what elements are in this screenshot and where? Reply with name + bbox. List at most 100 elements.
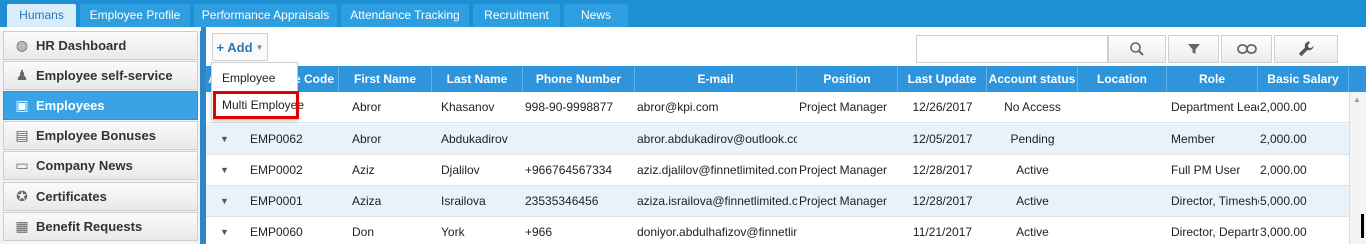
cell-position — [799, 124, 898, 155]
cell-first-name: Don — [352, 225, 375, 239]
cell-location — [1080, 217, 1167, 244]
cell-role: Member — [1171, 132, 1216, 146]
sidebar-item-company-news[interactable]: ▭ Company News — [3, 151, 198, 180]
news-icon: ▭ — [15, 157, 29, 173]
grid-toolbar: + Add ▼ — [206, 31, 1366, 65]
cell-code: EMP0062 — [250, 132, 303, 146]
cell-last-update: 12/28/2017 — [912, 194, 973, 208]
cell-role: Department Leade — [1171, 100, 1259, 114]
cell-first-name: Abror — [352, 132, 382, 146]
sidebar-item-employees[interactable]: ▣ Employees — [3, 91, 198, 120]
link-button[interactable] — [1221, 35, 1272, 63]
cell-phone: 23535346456 — [525, 194, 599, 208]
cell-last-name: Israilova — [441, 194, 486, 208]
sidebar-item-benefit-requests[interactable]: ▦ Benefit Requests — [3, 212, 198, 241]
cell-role: Full PM User — [1171, 163, 1241, 177]
cell-email: abror@kpi.com — [637, 100, 719, 114]
column-header-email[interactable]: E-mail — [635, 66, 797, 92]
sidebar-item-label: Benefit Requests — [36, 219, 143, 234]
column-header-account-status[interactable]: Account status — [987, 66, 1078, 92]
expand-row-icon[interactable]: ▼ — [220, 217, 229, 244]
cell-basic-salary: 2,000.00 — [1260, 163, 1307, 177]
cell-phone: +966764567334 — [525, 163, 613, 177]
tab-news[interactable]: News — [564, 4, 628, 27]
column-header-location[interactable]: Location — [1078, 66, 1167, 92]
tab-performance-appraisals[interactable]: Performance Appraisals — [194, 4, 337, 27]
cell-phone: 998-90-9998877 — [525, 100, 614, 114]
column-header-last-update[interactable]: Last Update — [898, 66, 987, 92]
sidebar-item-label: Employee Bonuses — [36, 128, 156, 143]
search-icon — [1130, 42, 1144, 56]
cell-first-name: Aziz — [352, 163, 375, 177]
cell-last-name: Khasanov — [441, 100, 495, 114]
cell-last-update: 12/05/2017 — [912, 132, 973, 146]
cell-account-status: Pending — [1010, 132, 1055, 146]
bonus-icon: ▤ — [15, 127, 29, 143]
cell-basic-salary: 3,000.00 — [1260, 225, 1307, 239]
sidebar-item-employee-bonuses[interactable]: ▤ Employee Bonuses — [3, 121, 198, 150]
column-header-position[interactable]: Position — [797, 66, 898, 92]
cell-last-update: 12/28/2017 — [912, 163, 973, 177]
cell-position: Project Manager — [799, 100, 888, 114]
cell-role: Director, Timeshee — [1171, 194, 1259, 208]
cell-basic-salary: 2,000.00 — [1260, 132, 1307, 146]
employees-icon: ▣ — [15, 97, 29, 113]
cell-position: Project Manager — [799, 163, 888, 177]
column-header-phone-number[interactable]: Phone Number — [523, 66, 635, 92]
column-header-basic-salary[interactable]: Basic Salary — [1258, 66, 1349, 92]
search-button[interactable] — [1108, 35, 1166, 63]
cell-position: Project Manager — [799, 194, 888, 208]
sidebar-item-employee-self-service[interactable]: ♟ Employee self-service — [3, 61, 198, 90]
filter-button[interactable] — [1168, 35, 1219, 63]
cell-first-name: Abror — [352, 100, 382, 114]
benefit-icon: ▦ — [15, 218, 29, 234]
dashboard-icon: ◍ — [15, 37, 29, 53]
wrench-icon — [1298, 41, 1314, 57]
cell-phone: +966 — [525, 225, 553, 239]
cell-location — [1080, 92, 1167, 123]
table-row[interactable]: ▼ EMP0001 Aziza Israilova 23535346456 az… — [206, 186, 1349, 217]
settings-button[interactable] — [1274, 35, 1338, 63]
cell-account-status: Active — [1016, 194, 1049, 208]
window-edge-mark — [1361, 214, 1364, 238]
tab-recruitment[interactable]: Recruitment — [473, 4, 560, 27]
expand-row-icon[interactable]: ▼ — [220, 186, 229, 217]
expand-row-icon[interactable]: ▼ — [220, 155, 229, 186]
sidebar-item-hr-dashboard[interactable]: ◍ HR Dashboard — [3, 31, 198, 60]
sidebar: ◍ HR Dashboard ♟ Employee self-service ▣… — [0, 31, 201, 244]
menu-item-employee[interactable]: Employee — [212, 65, 299, 91]
column-header-last-name[interactable]: Last Name — [432, 66, 523, 92]
cell-email: aziza.israilova@finnetlimited.com — [637, 194, 797, 208]
cell-code: EMP0001 — [250, 194, 303, 208]
cell-last-update: 12/26/2017 — [912, 100, 973, 114]
cell-last-name: Abdukadirov — [441, 132, 508, 146]
column-header-role[interactable]: Role — [1167, 66, 1258, 92]
add-button[interactable]: + Add ▼ — [212, 33, 268, 61]
add-button-label: + Add — [216, 39, 253, 55]
tab-humans[interactable]: Humans — [7, 4, 76, 27]
table-row[interactable]: ▼ EMP0060 Don York +966 doniyor.abdulhaf… — [206, 217, 1349, 244]
sidebar-item-label: Certificates — [36, 189, 107, 204]
tab-employee-profile[interactable]: Employee Profile — [80, 4, 190, 27]
cell-basic-salary: 2,000.00 — [1260, 100, 1307, 114]
table-row[interactable]: Abror Khasanov 998-90-9998877 abror@kpi.… — [206, 92, 1349, 123]
cell-email: doniyor.abdulhafizov@finnetlimite — [637, 225, 797, 239]
cell-code: EMP0060 — [250, 225, 303, 239]
cell-last-update: 11/21/2017 — [912, 225, 973, 239]
cell-last-name: York — [441, 225, 465, 239]
table-row[interactable]: ▼ EMP0062 Abror Abdukadirov abror.abduka… — [206, 124, 1349, 155]
add-dropdown-menu: Employee Multi Employee — [211, 62, 304, 120]
scroll-up-icon[interactable]: ▲ — [1353, 95, 1361, 104]
search-input[interactable] — [916, 35, 1108, 63]
menu-item-multi-employee[interactable]: Multi Employee — [213, 91, 304, 119]
cell-account-status: No Access — [1004, 100, 1061, 114]
sidebar-item-certificates[interactable]: ✪ Certificates — [3, 182, 198, 211]
column-header-first-name[interactable]: First Name — [339, 66, 432, 92]
cell-account-status: Active — [1016, 225, 1049, 239]
table-row[interactable]: ▼ EMP0002 Aziz Djalilov +966764567334 az… — [206, 155, 1349, 186]
cell-phone — [525, 124, 633, 155]
chevron-down-icon: ▼ — [255, 42, 264, 52]
expand-row-icon[interactable]: ▼ — [220, 124, 229, 155]
tab-attendance-tracking[interactable]: Attendance Tracking — [341, 4, 469, 27]
certificate-icon: ✪ — [16, 188, 28, 204]
